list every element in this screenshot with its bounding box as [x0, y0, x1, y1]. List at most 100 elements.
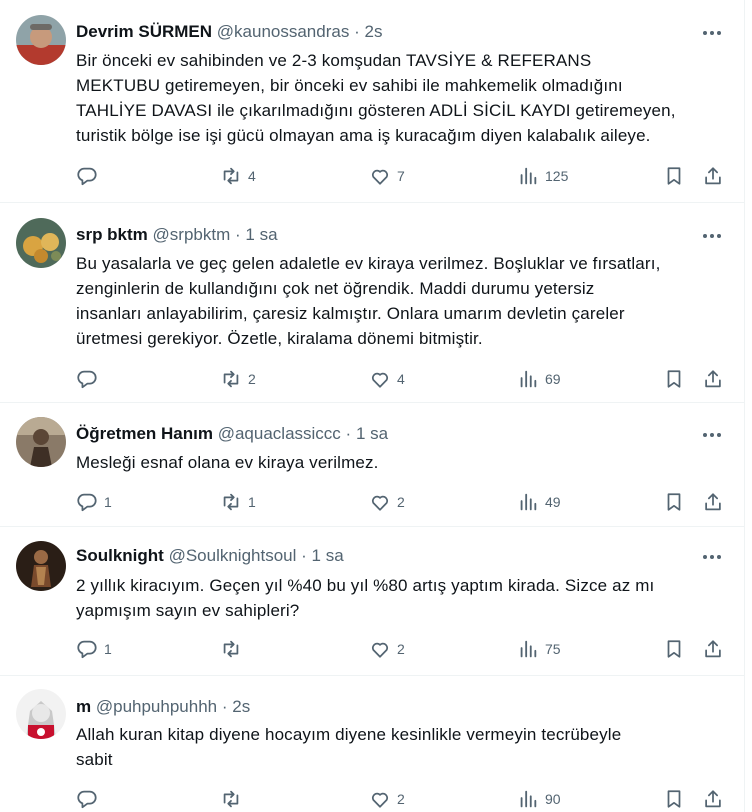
retweet-button[interactable]: 1: [220, 489, 256, 515]
like-button[interactable]: 2: [369, 786, 405, 812]
more-dots-icon[interactable]: [700, 226, 724, 246]
tweet-header: m @puhpuhpuhhh · 2s: [76, 696, 250, 718]
tweet-text-line: TAHLİYE DAVASI ile çıkarılmadığını göste…: [76, 101, 676, 120]
retweet-button[interactable]: [220, 786, 248, 812]
share-button[interactable]: [702, 786, 724, 812]
views-icon: [520, 640, 537, 658]
timestamp[interactable]: 2s: [232, 697, 250, 716]
bookmark-button[interactable]: [663, 489, 685, 515]
action-bar: 1 2 75: [76, 636, 736, 662]
tweet-text: Bu yasalarla ve geç gelen adaletle ev ki…: [76, 251, 720, 351]
share-icon: [705, 640, 721, 658]
timestamp[interactable]: 1 sa: [245, 225, 277, 244]
views-icon: [520, 790, 537, 808]
heart-icon: [372, 372, 388, 388]
like-button[interactable]: 7: [369, 163, 405, 189]
action-bar: 1 1 2 49: [76, 489, 736, 515]
views-button[interactable]: 49: [517, 489, 561, 515]
user-handle[interactable]: @puhpuhpuhhh: [96, 697, 217, 716]
retweet-button[interactable]: [220, 636, 248, 662]
retweet-icon: [223, 370, 239, 388]
retweet-count: 4: [248, 168, 256, 184]
views-button[interactable]: 125: [517, 163, 568, 189]
tweet-text: Allah kuran kitap diyene hocayım diyene …: [76, 722, 720, 772]
like-button[interactable]: 2: [369, 489, 405, 515]
display-name[interactable]: Öğretmen Hanım: [76, 424, 213, 443]
share-button[interactable]: [702, 636, 724, 662]
tweet-text-line: üretmesi gerekiyor. Özetle, kiralama dön…: [76, 329, 483, 348]
like-count: 2: [397, 791, 405, 807]
reply-icon: [77, 493, 97, 512]
bookmark-button[interactable]: [663, 163, 685, 189]
views-icon: [520, 167, 537, 185]
reply-button[interactable]: 1: [76, 636, 112, 662]
avatar[interactable]: [16, 218, 66, 268]
tweet[interactable]: m @puhpuhpuhhh · 2s Allah kuran kitap di…: [0, 676, 744, 812]
tweet-text-line: zenginlerin de kullandığını çok net öğre…: [76, 279, 595, 298]
timestamp[interactable]: 1 sa: [356, 424, 388, 443]
bookmark-icon: [667, 370, 681, 388]
reply-button[interactable]: [76, 163, 104, 189]
view-count: 49: [545, 494, 561, 510]
share-icon: [705, 493, 721, 511]
timestamp[interactable]: 1 sa: [312, 546, 344, 565]
separator-dot: ·: [354, 22, 360, 41]
tweet-text: Bir önceki ev sahibinden ve 2-3 komşudan…: [76, 48, 720, 148]
tweet-text-line: MEKTUBU getiremeyen, bir önceki ev sahib…: [76, 76, 623, 95]
tweet[interactable]: Öğretmen Hanım @aquaclassiccc · 1 sa Mes…: [0, 403, 744, 527]
tweet[interactable]: Soulknight @Soulknightsoul · 1 sa 2 yıll…: [0, 527, 744, 676]
reply-button[interactable]: [76, 786, 104, 812]
tweet-header: Öğretmen Hanım @aquaclassiccc · 1 sa: [76, 423, 388, 445]
share-button[interactable]: [702, 366, 724, 392]
tweet[interactable]: Devrim SÜRMEN @kaunossandras · 2s Bir ön…: [0, 0, 744, 203]
views-button[interactable]: 69: [517, 366, 561, 392]
views-button[interactable]: 90: [517, 786, 561, 812]
like-button[interactable]: 2: [369, 636, 405, 662]
retweet-count: 2: [248, 371, 256, 387]
bookmark-icon: [667, 167, 681, 185]
tweet[interactable]: srp bktm @srpbktm · 1 sa Bu yasalarla ve…: [0, 203, 744, 403]
tweet-header: Devrim SÜRMEN @kaunossandras · 2s: [76, 21, 382, 43]
more-dots-icon[interactable]: [700, 547, 724, 567]
avatar[interactable]: [16, 15, 66, 65]
user-handle[interactable]: @Soulknightsoul: [169, 546, 297, 565]
view-count: 125: [545, 168, 569, 184]
timestamp[interactable]: 2s: [364, 22, 382, 41]
views-button[interactable]: 75: [517, 636, 561, 662]
action-bar: 2 4 69: [76, 366, 736, 392]
tweet-text-line: Allah kuran kitap diyene hocayım diyene …: [76, 725, 622, 744]
heart-icon: [372, 495, 388, 511]
display-name[interactable]: srp bktm: [76, 225, 148, 244]
retweet-icon: [223, 493, 239, 511]
bookmark-button[interactable]: [663, 786, 685, 812]
bookmark-button[interactable]: [663, 366, 685, 392]
view-count: 75: [545, 641, 561, 657]
share-button[interactable]: [702, 489, 724, 515]
display-name[interactable]: m: [76, 697, 91, 716]
user-handle[interactable]: @srpbktm: [153, 225, 231, 244]
retweet-button[interactable]: 2: [220, 366, 256, 392]
like-count: 4: [397, 371, 405, 387]
more-dots-icon[interactable]: [700, 23, 724, 43]
share-button[interactable]: [702, 163, 724, 189]
more-dots-icon[interactable]: [700, 425, 724, 445]
reply-button[interactable]: [76, 366, 104, 392]
display-name[interactable]: Soulknight: [76, 546, 164, 565]
bookmark-icon: [667, 493, 681, 511]
like-button[interactable]: 4: [369, 366, 405, 392]
retweet-icon: [223, 790, 239, 808]
action-bar: 2 90: [76, 786, 736, 812]
action-bar: 4 7 125: [76, 163, 736, 189]
avatar[interactable]: [16, 689, 66, 739]
retweet-button[interactable]: 4: [220, 163, 256, 189]
reply-button[interactable]: 1: [76, 489, 112, 515]
bookmark-button[interactable]: [663, 636, 685, 662]
reply-icon: [77, 167, 97, 186]
user-handle[interactable]: @kaunossandras: [217, 22, 350, 41]
avatar[interactable]: [16, 417, 66, 467]
bookmark-icon: [667, 640, 681, 658]
avatar[interactable]: [16, 541, 66, 591]
tweet-text-line: sabit: [76, 750, 113, 769]
user-handle[interactable]: @aquaclassiccc: [218, 424, 341, 443]
display-name[interactable]: Devrim SÜRMEN: [76, 22, 212, 41]
